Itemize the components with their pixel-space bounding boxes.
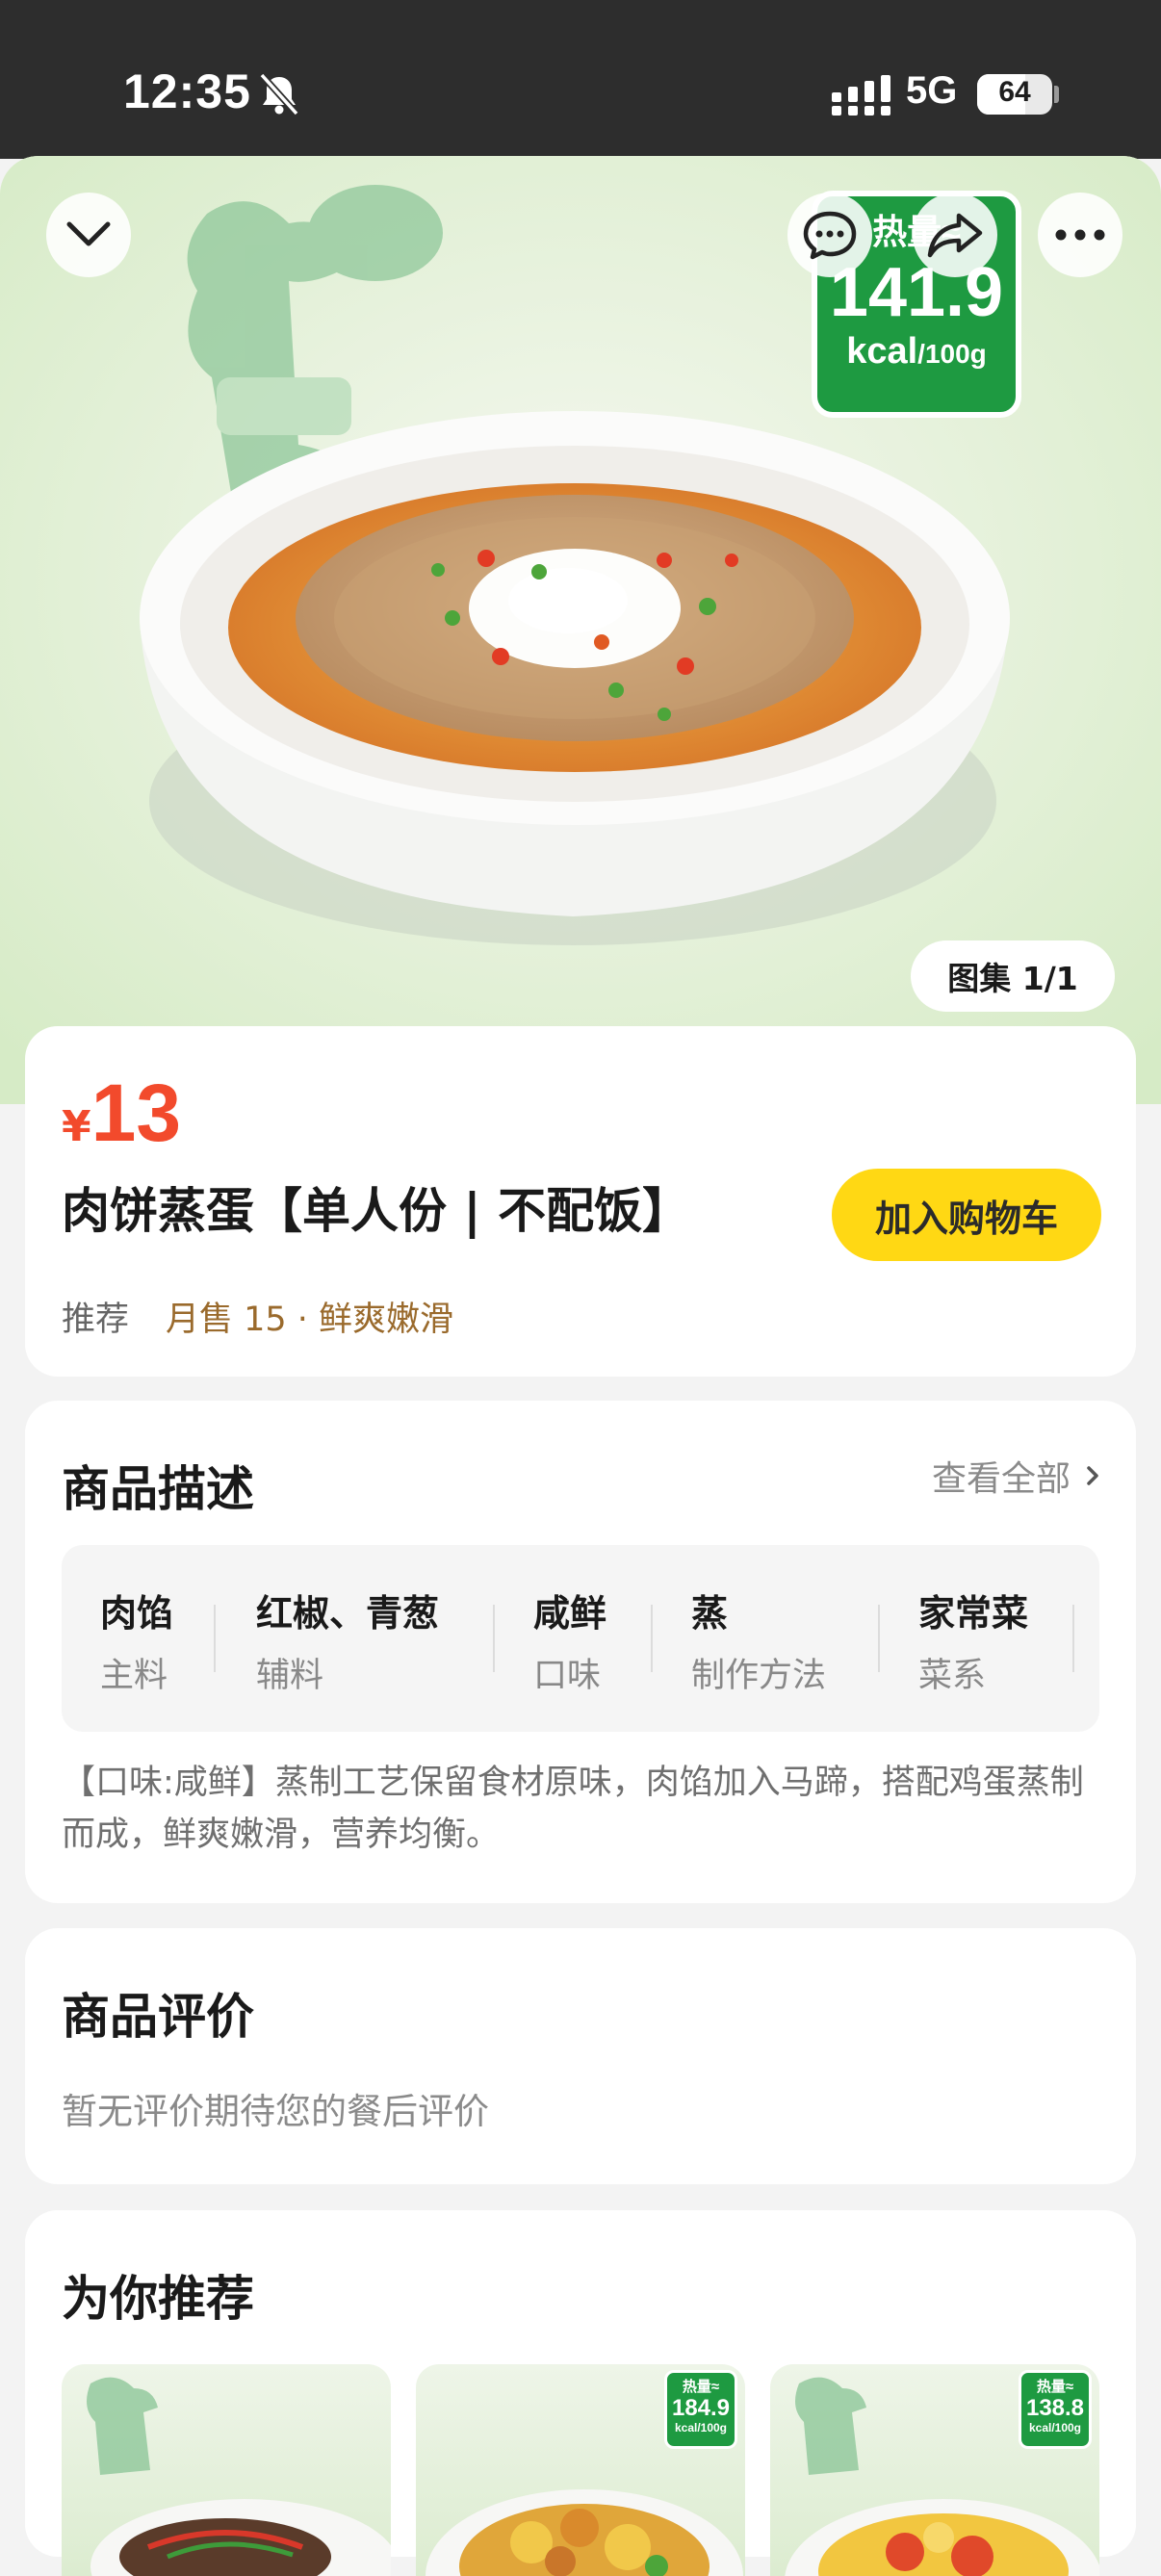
reviews-card: 商品评价 暂无评价期待您的餐后评价 xyxy=(25,1928,1136,2184)
calorie-value: 138.8 xyxy=(1025,2395,1085,2421)
attribute-label: 制作方法 xyxy=(691,1657,827,1695)
calorie-label: 热量≈ xyxy=(682,2379,720,2395)
network-type: 5G xyxy=(906,69,958,112)
attribute-label: 菜系 xyxy=(918,1657,987,1695)
product-info-card: ¥13 肉饼蒸蛋【单人份 | 不配饭】 加入购物车 推荐 月售 15 · 鲜爽嫩滑 xyxy=(25,1026,1136,1377)
more-icon xyxy=(1055,229,1105,241)
currency-symbol: ¥ xyxy=(62,1102,91,1151)
attribute-value: 红椒、青葱 xyxy=(256,1592,440,1635)
divider xyxy=(878,1605,880,1672)
attribute-cuisine: 家常菜 菜系 xyxy=(918,1584,1028,1697)
calorie-label: 热量≈ xyxy=(1036,2379,1074,2395)
price: ¥13 xyxy=(62,1067,181,1160)
product-meta: 推荐 月售 15 · 鲜爽嫩滑 xyxy=(62,1292,453,1341)
attribute-flavor: 咸鲜 口味 xyxy=(533,1584,606,1697)
battery-percent: 64 xyxy=(998,76,1031,108)
product-name: 肉饼蒸蛋【单人份 | 不配饭】 xyxy=(62,1183,691,1239)
share-button[interactable] xyxy=(913,193,997,277)
calorie-unit: kcal/100g xyxy=(1028,2421,1082,2434)
message-icon xyxy=(803,211,857,260)
calorie-badge: 热量≈ 138.8 kcal/100g xyxy=(1019,2370,1092,2449)
attribute-main-ingredient: 肉馅 主料 xyxy=(100,1584,173,1697)
calorie-unit: kcal/100g xyxy=(817,331,1016,373)
description-title: 商品描述 xyxy=(62,1461,254,1517)
attribute-sub-ingredient: 红椒、青葱 辅料 xyxy=(256,1584,439,1697)
reviews-title: 商品评价 xyxy=(62,1989,254,2045)
attribute-value: 蒸 xyxy=(691,1592,729,1635)
message-button[interactable] xyxy=(787,193,872,277)
recommendations-title: 为你推荐 xyxy=(62,2271,254,2327)
divider xyxy=(1072,1605,1074,1672)
recommended-item-photo xyxy=(87,2377,391,2576)
collapse-button[interactable] xyxy=(46,193,131,277)
recommend-tag: 推荐 xyxy=(62,1301,130,1339)
calorie-unit-kcal: kcal xyxy=(846,331,918,372)
attribute-cooking-method: 蒸 制作方法 xyxy=(691,1584,826,1697)
recommended-item[interactable]: 热量≈ 138.8 kcal/100g xyxy=(770,2364,1099,2576)
attribute-label: 口味 xyxy=(533,1657,602,1695)
attribute-value: 家常菜 xyxy=(918,1592,1029,1635)
battery-cap xyxy=(1054,86,1059,103)
status-bar: 12:35 5G 64 xyxy=(0,0,1161,159)
attribute-label: 辅料 xyxy=(256,1657,324,1695)
price-amount: 13 xyxy=(90,1068,182,1158)
reviews-empty-text: 暂无评价期待您的餐后评价 xyxy=(62,2091,489,2132)
battery-icon: 64 xyxy=(977,74,1052,115)
signal-icon xyxy=(832,75,890,116)
monthly-sales: 月售 15 · 鲜爽嫩滑 xyxy=(166,1301,454,1339)
product-image-gallery[interactable]: 热量≈ 141.9 kcal/100g 图集 1/1 xyxy=(0,156,1161,1104)
recommended-item[interactable]: 热量≈ 184.9 kcal/100g xyxy=(416,2364,745,2576)
share-icon xyxy=(927,213,983,258)
view-all-link[interactable]: 查看全部 xyxy=(932,1451,1099,1501)
gallery-counter[interactable]: 图集 1/1 xyxy=(911,940,1115,1012)
calorie-value: 184.9 xyxy=(671,2395,731,2421)
add-to-cart-button[interactable]: 加入购物车 xyxy=(832,1169,1101,1261)
attribute-value: 肉馅 xyxy=(100,1592,174,1635)
attribute-value: 咸鲜 xyxy=(533,1592,607,1635)
bell-muted-icon xyxy=(259,72,299,116)
description-card: 商品描述 查看全部 肉馅 主料 红椒、青葱 辅料 咸鲜 口味 蒸 制作方法 家常… xyxy=(25,1401,1136,1903)
more-button[interactable] xyxy=(1038,193,1122,277)
calorie-badge: 热量≈ 184.9 kcal/100g xyxy=(664,2370,737,2449)
divider xyxy=(493,1605,495,1672)
status-time: 12:35 xyxy=(123,64,251,118)
view-all-label: 查看全部 xyxy=(931,1459,1071,1499)
chevron-down-icon xyxy=(66,221,111,246)
description-text: 【口味:咸鲜】蒸制工艺保留食材原味，肉馅加入马蹄，搭配鸡蛋蒸制而成，鲜爽嫩滑，营… xyxy=(62,1764,1084,1854)
recommendations-card: 为你推荐 热量≈ 184.9 kcal/100g 热量≈ 138.8 kcal/… xyxy=(25,2210,1136,2576)
calorie-unit: kcal/100g xyxy=(674,2421,728,2434)
divider xyxy=(651,1605,653,1672)
attribute-label: 主料 xyxy=(100,1657,168,1695)
recommended-item[interactable] xyxy=(62,2364,391,2576)
chevron-right-icon xyxy=(1087,1466,1098,1485)
divider xyxy=(214,1605,216,1672)
attribute-panel: 肉馅 主料 红椒、青葱 辅料 咸鲜 口味 蒸 制作方法 家常菜 菜系 xyxy=(62,1545,1099,1732)
calorie-unit-per: /100g xyxy=(917,339,987,369)
